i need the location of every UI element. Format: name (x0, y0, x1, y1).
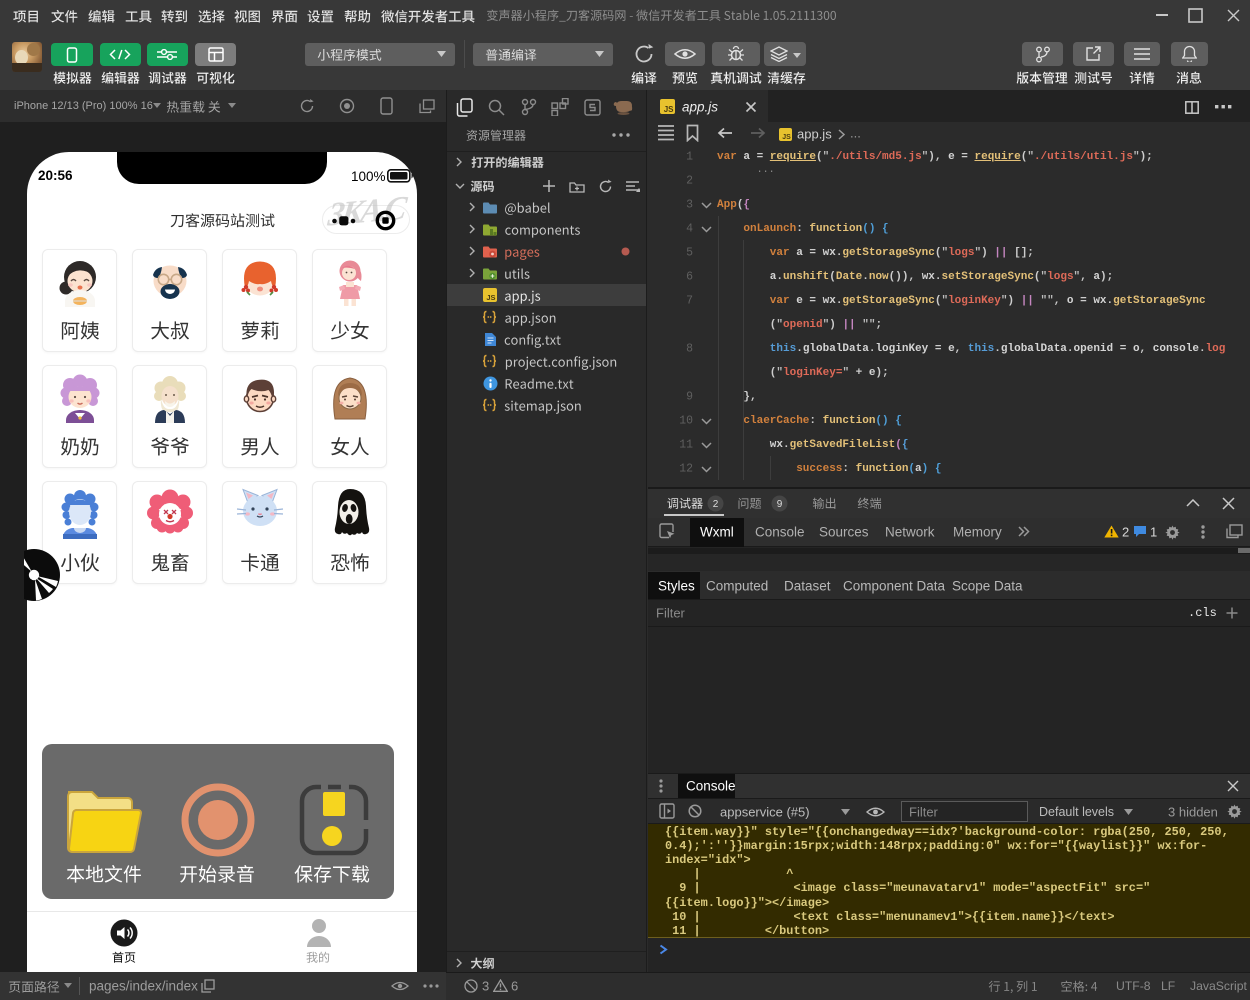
svg-text:JS: JS (782, 134, 791, 141)
svg-text:9: 9 (777, 499, 783, 510)
svg-text:JS: JS (664, 105, 674, 114)
svg-text:2: 2 (713, 499, 719, 510)
svg-text:JS: JS (486, 293, 495, 302)
